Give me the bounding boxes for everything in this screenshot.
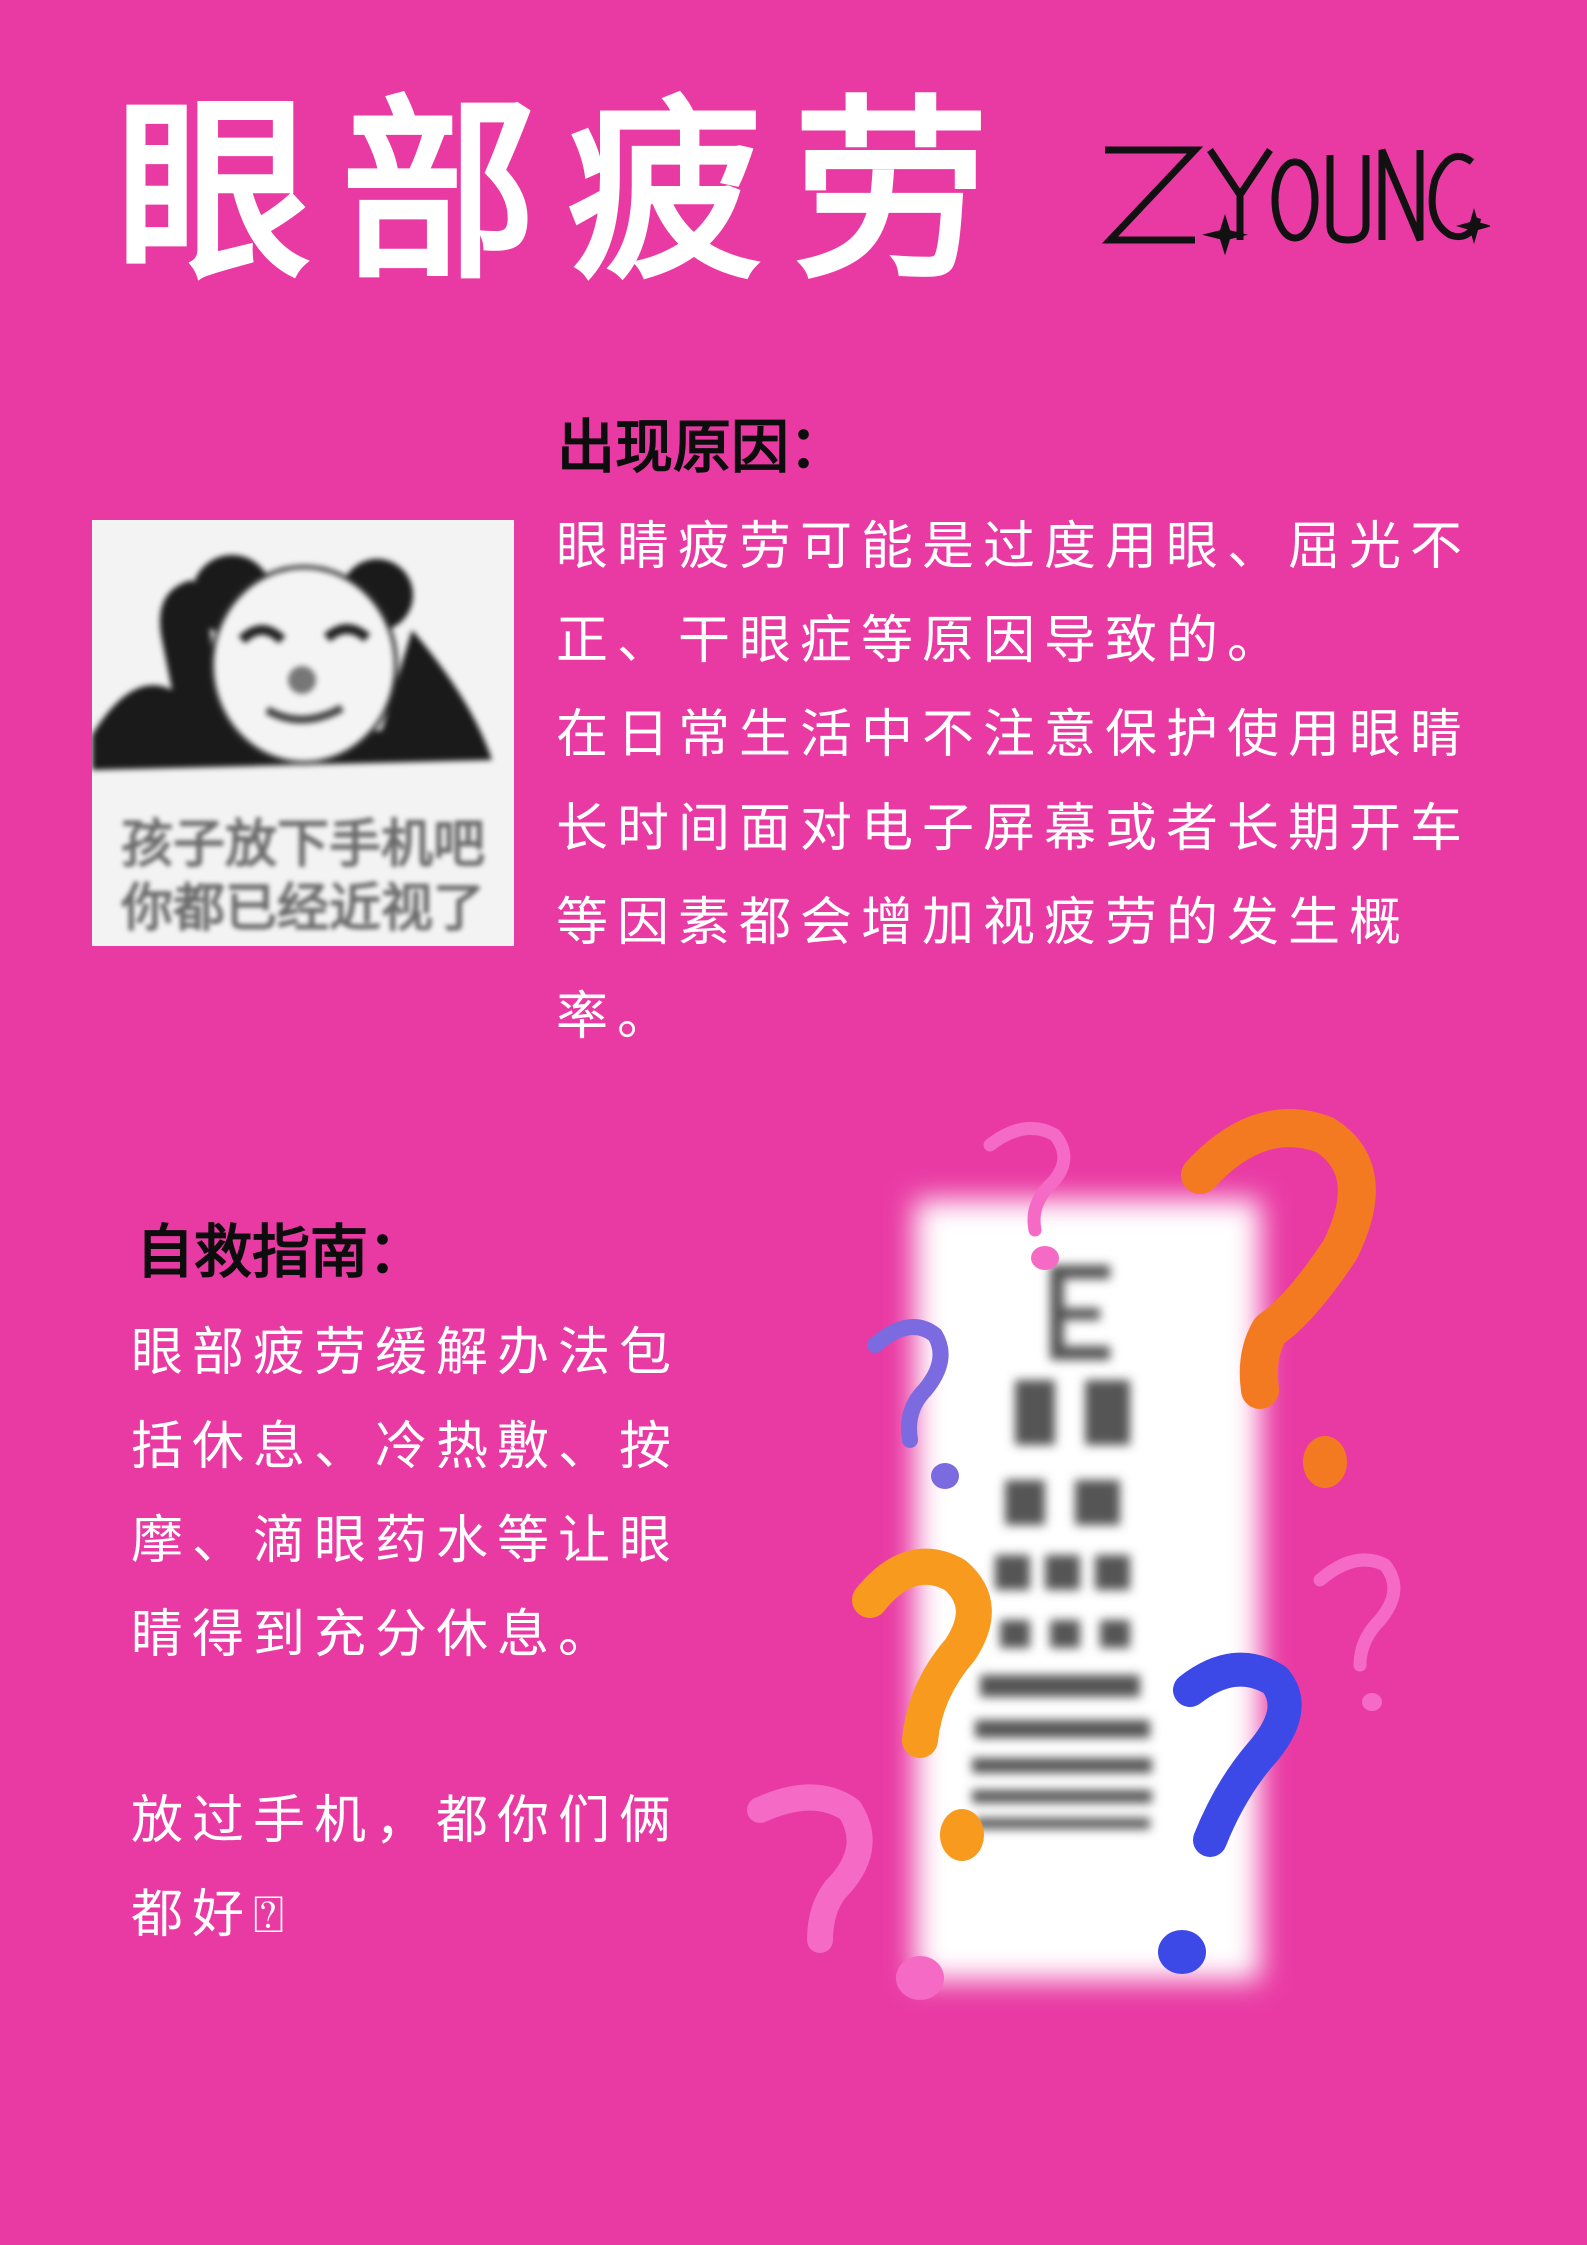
guide-heading: 自救指南： bbox=[136, 1218, 427, 1286]
cause-line: 在日常生活中不注意保护使用眼睛 bbox=[556, 705, 1472, 765]
guide-line: 括休息、冷热敷、按 bbox=[131, 1417, 681, 1477]
guide-line: 摩、滴眼药水等让眼 bbox=[131, 1511, 681, 1571]
cause-line: 率。 bbox=[556, 987, 679, 1047]
cause-line: 眼睛疲劳可能是过度用眼、屈光不 bbox=[556, 517, 1472, 577]
guide-line: 睛得到充分休息。 bbox=[131, 1605, 620, 1665]
cause-line: 长时间面对电子屏幕或者长期开车 bbox=[556, 799, 1472, 859]
guide-paragraph: 眼部疲劳缓解办法包 括休息、冷热敷、按 摩、滴眼药水等让眼 睛得到充分休息。 bbox=[131, 1306, 711, 1682]
closing-line: 放过手机，都你们俩 bbox=[131, 1791, 681, 1851]
cause-heading: 出现原因： bbox=[557, 413, 848, 481]
page-title: 眼部疲劳 bbox=[115, 79, 1020, 307]
question-mark-pink-right bbox=[1313, 1553, 1401, 1672]
closing-paragraph: 放过手机，都你们俩 都好⍰ bbox=[131, 1774, 711, 1962]
cause-line: 正、干眼症等原因导致的。 bbox=[556, 611, 1289, 671]
meme-caption-line2: 你都已经近视了 bbox=[120, 879, 485, 939]
brand-logo bbox=[1101, 146, 1490, 256]
meme-image: 孩子放下手机吧 你都已经近视了 bbox=[92, 520, 514, 946]
cause-line: 等因素都会增加视疲劳的发生概 bbox=[556, 893, 1411, 953]
question-mark-pink-left bbox=[747, 1784, 873, 1953]
eye-chart-illustration bbox=[747, 1109, 1401, 2000]
closing-line: 都好⍰ bbox=[131, 1885, 294, 1945]
cause-paragraph: 眼睛疲劳可能是过度用眼、屈光不 正、干眼症等原因导致的。 在日常生活中不注意保护… bbox=[556, 500, 1486, 1064]
guide-line: 眼部疲劳缓解办法包 bbox=[131, 1323, 681, 1383]
